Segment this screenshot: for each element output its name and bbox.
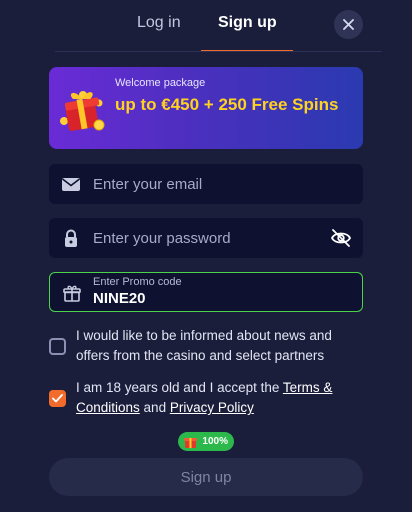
bonus-badge-text: 100%	[202, 436, 228, 447]
promo-code-input[interactable]: NINE20	[93, 290, 146, 307]
news-consent-checkbox[interactable]	[49, 338, 66, 355]
age-terms-label: I am 18 years old and I accept the Terms…	[76, 378, 366, 418]
age-terms-checkbox[interactable]	[49, 390, 66, 407]
eye-slash-icon[interactable]	[330, 228, 352, 248]
close-icon	[343, 19, 354, 30]
close-button[interactable]	[334, 10, 363, 39]
welcome-banner: Welcome package up to €450 + 250 Free Sp…	[49, 67, 363, 149]
tab-signup[interactable]: Sign up	[218, 14, 277, 32]
tab-login[interactable]: Log in	[137, 14, 181, 32]
password-input[interactable]	[93, 218, 333, 258]
auth-header: Log in Sign up	[0, 0, 412, 52]
header-divider	[55, 51, 382, 52]
banner-subtitle: Welcome package	[115, 77, 206, 89]
gift-box-illustration	[60, 91, 105, 131]
promo-code-label: Enter Promo code	[93, 276, 182, 288]
privacy-policy-link[interactable]: Privacy Policy	[170, 400, 254, 415]
password-field[interactable]	[49, 218, 363, 258]
age-terms-text-middle: and	[139, 400, 170, 415]
promo-code-field[interactable]: Enter Promo code NINE20	[49, 272, 363, 312]
checkmark-icon	[52, 394, 63, 403]
gift-icon	[184, 438, 197, 448]
banner-headline: up to €450 + 250 Free Spins	[115, 95, 339, 114]
signup-submit-button[interactable]: Sign up	[49, 458, 363, 496]
email-field[interactable]	[49, 164, 363, 204]
envelope-icon	[62, 178, 80, 191]
bonus-badge: 100%	[178, 432, 234, 451]
age-terms-text-before: I am 18 years old and I accept the	[76, 380, 283, 395]
gift-icon	[63, 285, 81, 302]
news-consent-label: I would like to be informed about news a…	[76, 328, 332, 363]
email-input[interactable]	[93, 164, 333, 204]
lock-icon	[65, 229, 77, 247]
